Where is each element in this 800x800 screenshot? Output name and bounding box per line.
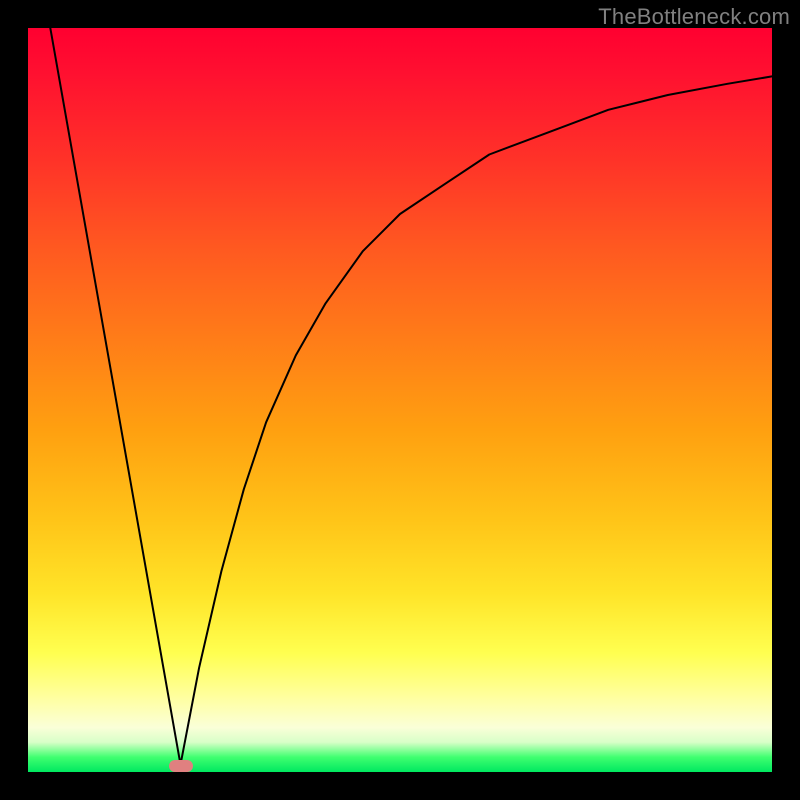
curve-layer: [28, 28, 772, 772]
attribution-label: TheBottleneck.com: [598, 4, 790, 30]
chart-frame: TheBottleneck.com: [0, 0, 800, 800]
bottleneck-curve: [50, 28, 772, 765]
optimal-point-marker: [169, 760, 193, 772]
plot-area: [28, 28, 772, 772]
